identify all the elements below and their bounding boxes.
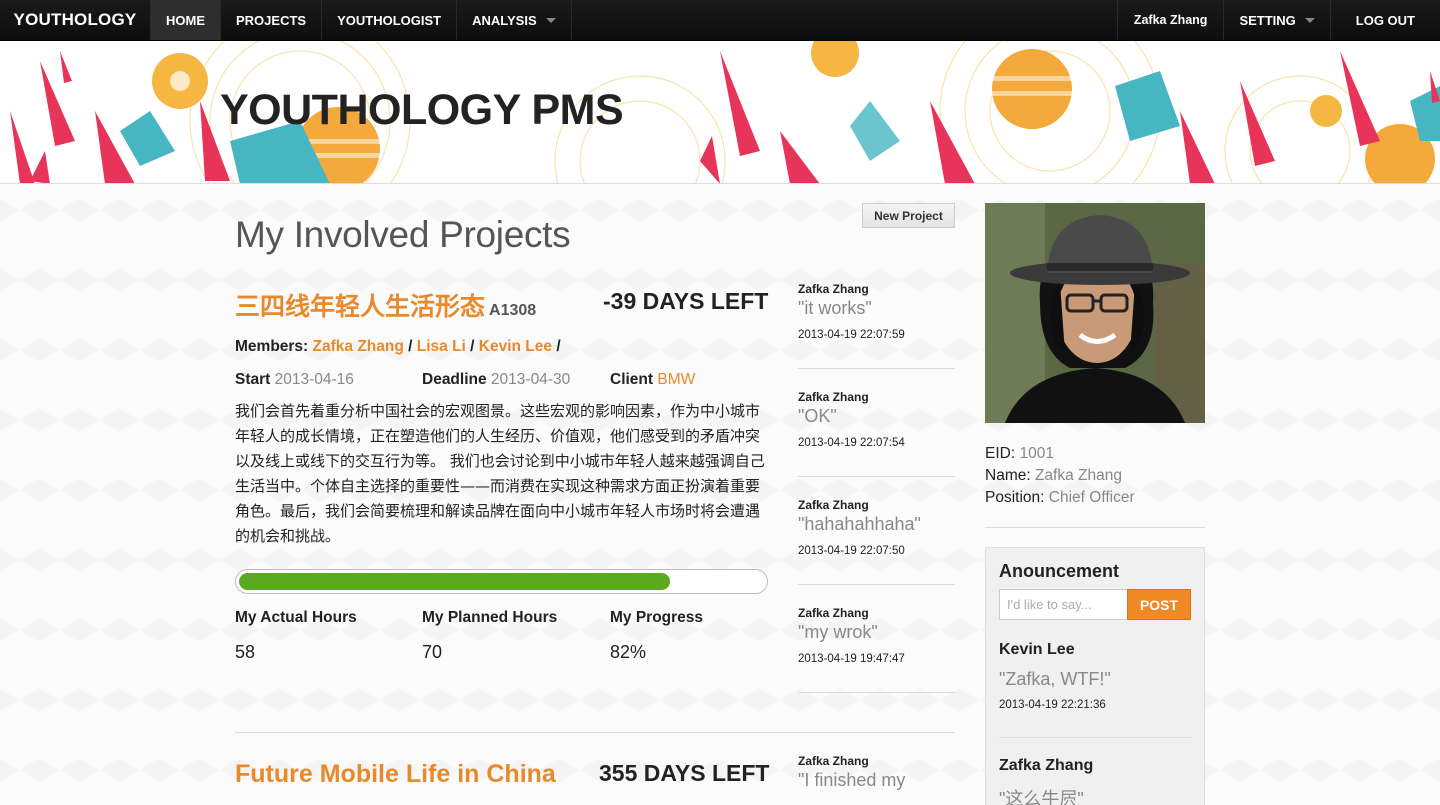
- nav-user-name[interactable]: Zafka Zhang: [1116, 0, 1224, 40]
- header-banner: YOUTHOLOGY PMS: [0, 41, 1440, 184]
- comment-divider: [798, 692, 955, 693]
- announcement-panel: Anouncement POST Kevin Lee "Zafka, WTF!"…: [985, 547, 1205, 805]
- my-progress-value: 82%: [610, 642, 647, 662]
- chevron-down-icon: [1304, 17, 1315, 23]
- project-description: 我们会首先着重分析中国社会的宏观图景。这些宏观的影响因素，作为中小城市年轻人的成…: [235, 402, 765, 545]
- profile-position: Position: Chief Officer: [985, 487, 1135, 509]
- nav-home[interactable]: HOME: [151, 0, 221, 40]
- announcement-item: Zafka Zhang "这么牛屄": [999, 757, 1192, 805]
- avatar: [985, 203, 1205, 423]
- comment-item: Zafka Zhang "OK" 2013-04-19 22:07:54: [798, 390, 955, 449]
- nav-analysis-label: ANALYSIS: [472, 12, 537, 28]
- position-value: Chief Officer: [1048, 489, 1135, 506]
- progress-bar: [235, 569, 768, 594]
- comment-text: "hahahahhaha": [798, 514, 921, 534]
- comment-author: Zafka Zhang: [798, 606, 869, 620]
- announcement-author: Zafka Zhang: [999, 757, 1094, 774]
- profile-name: Name: Zafka Zhang: [985, 465, 1135, 487]
- my-progress-label: My Progress: [610, 609, 704, 626]
- eid-label: EID:: [985, 445, 1016, 462]
- project-members: Members: Zafka Zhang / Lisa Li / Kevin L…: [235, 338, 561, 355]
- comment-item: Zafka Zhang "it works" 2013-04-19 22:07:…: [798, 282, 955, 341]
- client-label: Client: [610, 371, 654, 388]
- deadline-label: Deadline: [422, 371, 487, 388]
- start-date: 2013-04-16: [274, 371, 354, 388]
- comment-item: Zafka Zhang "hahahahhaha" 2013-04-19 22:…: [798, 498, 955, 557]
- banner-illustration: [10, 41, 1440, 183]
- members-label: Members:: [235, 338, 309, 355]
- comment-divider: [798, 476, 955, 477]
- comment-divider: [798, 368, 955, 369]
- chevron-down-icon: [545, 17, 556, 23]
- start-label: Start: [235, 371, 271, 388]
- comment-item: Zafka Zhang "my wrok" 2013-04-19 19:47:4…: [798, 606, 955, 665]
- comment-author: Zafka Zhang: [798, 390, 869, 404]
- comment-text: "I finished my: [798, 770, 906, 790]
- comment-time: 2013-04-19 22:07:59: [798, 329, 905, 341]
- project-title[interactable]: Future Mobile Life in China: [235, 760, 556, 789]
- comment-time: 2013-04-19 19:47:47: [798, 653, 905, 665]
- profile-eid: EID: 1001: [985, 443, 1135, 465]
- planned-hours-value: 70: [422, 642, 443, 662]
- page-title: My Involved Projects: [235, 214, 571, 255]
- banner-title: YOUTHOLOGY PMS: [220, 86, 624, 134]
- brand-logo[interactable]: YOUTHOLOGY: [0, 0, 151, 40]
- client-name[interactable]: BMW: [657, 371, 695, 388]
- actual-hours-value: 58: [235, 642, 256, 662]
- announcement-time: 2013-04-19 22:21:36: [999, 699, 1106, 711]
- comment-text: "it works": [798, 298, 872, 318]
- comment-time: 2013-04-19 22:07:54: [798, 437, 905, 449]
- name-value: Zafka Zhang: [1034, 467, 1122, 484]
- top-navbar: YOUTHOLOGY HOME PROJECTS YOUTHOLOGIST AN…: [0, 0, 1440, 41]
- project-client: Client BMW: [610, 371, 695, 389]
- comment-text: "OK": [798, 406, 837, 426]
- project-start: Start 2013-04-16: [235, 371, 354, 389]
- comment-author: Zafka Zhang: [798, 498, 869, 512]
- comment-text: "my wrok": [798, 622, 878, 642]
- project-code: A1308: [489, 302, 537, 319]
- name-label: Name:: [985, 467, 1031, 484]
- comment-item: Zafka Zhang "I finished my: [798, 754, 955, 791]
- member-link[interactable]: Kevin Lee: [479, 338, 552, 355]
- post-button[interactable]: POST: [1127, 589, 1191, 620]
- project-deadline: Deadline 2013-04-30: [422, 371, 570, 389]
- announcement-text: "这么牛屄": [999, 789, 1084, 805]
- member-link[interactable]: Lisa Li: [417, 338, 466, 355]
- nav-projects[interactable]: PROJECTS: [221, 0, 323, 40]
- position-label: Position:: [985, 489, 1045, 506]
- profile-info: EID: 1001 Name: Zafka Zhang Position: Ch…: [985, 443, 1135, 509]
- nav-right-group: Zafka Zhang SETTING LOG OUT: [1116, 0, 1440, 40]
- announcement-item: Kevin Lee "Zafka, WTF!" 2013-04-19 22:21…: [999, 641, 1192, 711]
- planned-hours-label: My Planned Hours: [422, 609, 558, 626]
- nav-analysis[interactable]: ANALYSIS: [457, 0, 572, 40]
- deadline-date: 2013-04-30: [490, 371, 571, 388]
- comment-time: 2013-04-19 22:07:50: [798, 545, 905, 557]
- announcement-title: Anouncement: [999, 561, 1120, 581]
- new-project-button[interactable]: New Project: [862, 203, 955, 228]
- actual-hours-label: My Actual Hours: [235, 609, 357, 626]
- nav-setting[interactable]: SETTING: [1223, 0, 1329, 40]
- days-left: -39 DAYS LEFT: [603, 288, 769, 314]
- announcement-input[interactable]: [999, 589, 1128, 620]
- sidebar-divider: [985, 527, 1205, 528]
- nav-logout[interactable]: LOG OUT: [1329, 0, 1440, 40]
- eid-value: 1001: [1019, 445, 1054, 462]
- announcement-text: "Zafka, WTF!": [999, 669, 1111, 689]
- announcement-divider: [999, 737, 1192, 738]
- comment-author: Zafka Zhang: [798, 282, 869, 296]
- member-link[interactable]: Zafka Zhang: [313, 338, 404, 355]
- project-title-text: 三四线年轻人生活形态: [235, 293, 486, 321]
- comment-author: Zafka Zhang: [798, 754, 869, 768]
- announcement-author: Kevin Lee: [999, 641, 1075, 658]
- progress-fill: [239, 573, 670, 590]
- nav-youthologist[interactable]: YOUTHOLOGIST: [322, 0, 458, 40]
- comment-divider: [798, 584, 955, 585]
- nav-setting-label: SETTING: [1239, 12, 1296, 28]
- project-divider: [235, 732, 955, 733]
- days-left: 355 DAYS LEFT: [599, 760, 770, 786]
- avatar-photo: [985, 203, 1205, 423]
- project-title[interactable]: 三四线年轻人生活形态 A1308: [235, 287, 536, 323]
